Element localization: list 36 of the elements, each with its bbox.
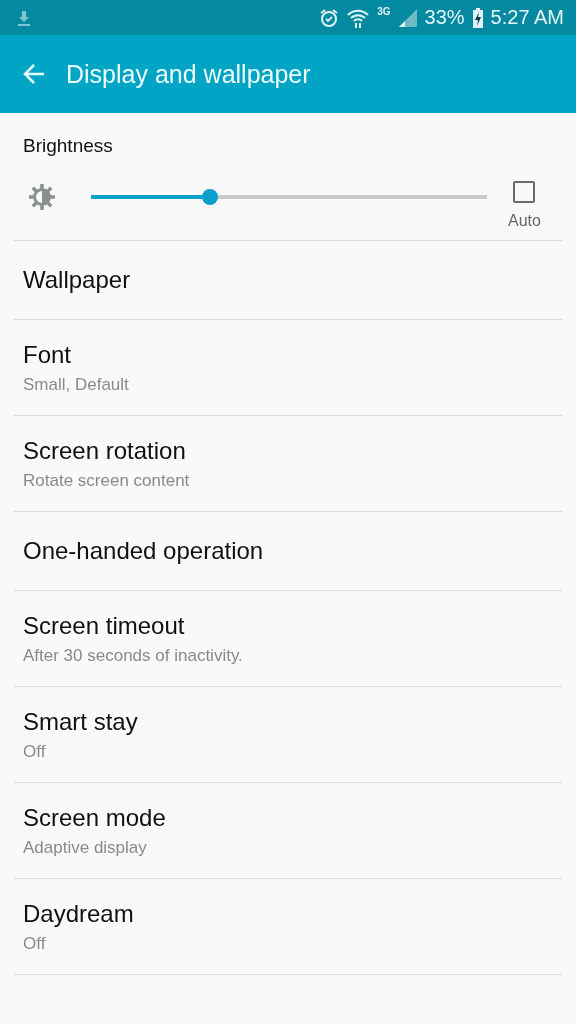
settings-item[interactable]: Screen timeout After 30 seconds of inactivity. [14,591,562,687]
signal-icon [398,8,417,27]
setting-title: Screen timeout [23,611,186,640]
setting-title: Smart stay [23,707,139,736]
setting-title: Screen rotation [23,436,187,465]
battery-percent: 33% [424,6,465,29]
settings-item[interactable]: Screen mode Adaptive display [14,783,562,879]
setting-title: Daydream [23,899,135,928]
setting-title: Font [23,340,73,369]
setting-summary: Rotate screen content [23,470,191,491]
setting-summary: Off [23,933,47,954]
wifi-icon [347,7,370,28]
checkbox-label: Auto [508,212,541,230]
back-icon[interactable] [22,62,46,86]
alarm-icon [319,7,340,28]
settings-item[interactable]: Font Small, Default [14,320,562,416]
auto-checkbox[interactable] [513,181,536,203]
setting-summary: Small, Default [23,374,130,395]
clock: 5:27 AM [490,6,564,29]
screen-title: Display and wallpaper [66,59,311,89]
setting-title: Brightness [23,135,114,157]
setting-title: Wallpaper [23,266,132,294]
setting-summary: Off [23,741,47,762]
setting-title: One-handed operation [23,537,265,565]
setting-summary: After 30 seconds of inactivity. [23,645,244,666]
download-icon [16,9,32,26]
setting-title: Screen mode [23,803,167,832]
slider-thumb[interactable] [201,188,218,205]
settings-item[interactable]: Screen rotation Rotate screen content [14,416,562,512]
settings-item[interactable]: Smart stay Off [14,687,562,783]
setting-summary: Adaptive display [23,837,148,858]
settings-item[interactable]: One-handed operation [14,512,562,591]
network-type: 3G [377,6,391,17]
settings-item[interactable]: Daydream Off [14,879,562,975]
settings-item[interactable]: Wallpaper [14,241,562,320]
battery-icon [472,7,483,28]
